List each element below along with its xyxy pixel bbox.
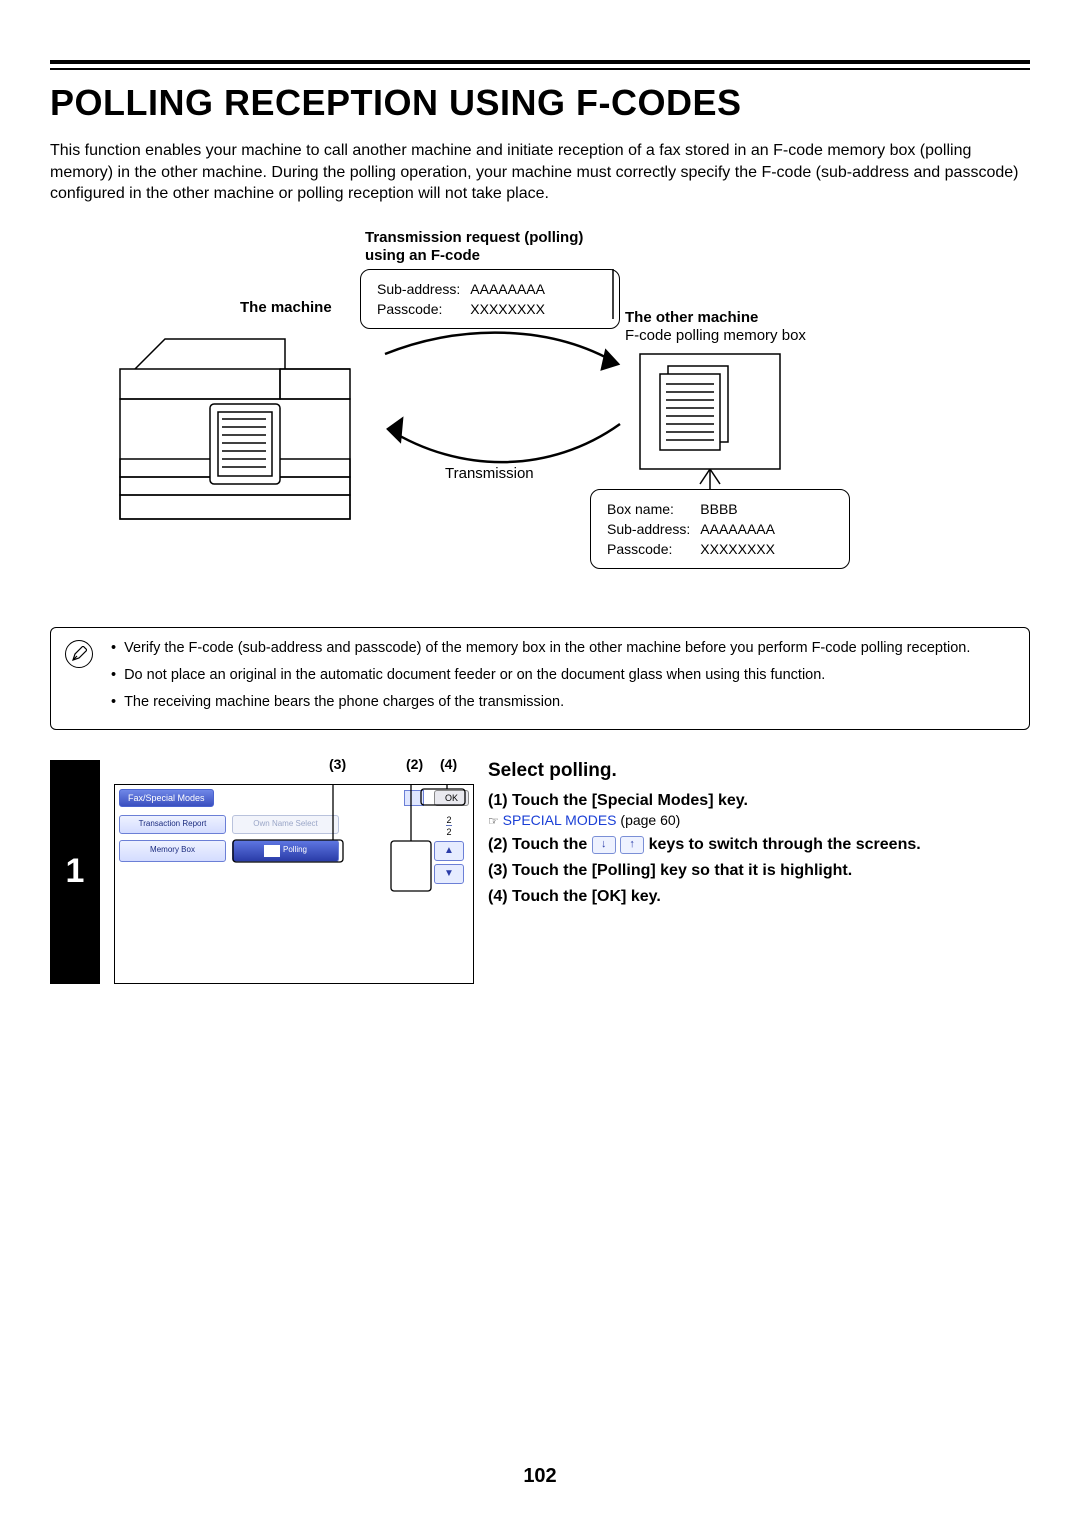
img-preview-icon[interactable] <box>404 790 424 806</box>
transaction-report-button[interactable]: Transaction Report <box>119 815 226 834</box>
tab-special-modes[interactable]: Fax/Special Modes <box>119 789 214 807</box>
dest-passcode-label: Passcode: <box>607 540 698 558</box>
dest-fcode-box: Box name:BBBB Sub-address:AAAAAAAA Passc… <box>590 489 850 569</box>
dest-subaddr-val: AAAAAAAA <box>700 520 783 538</box>
counter-bottom: 2 <box>446 825 451 837</box>
page-title: POLLING RECEPTION USING F-CODES <box>50 82 1030 124</box>
top-rule-thick <box>50 60 1030 64</box>
request-label-1: Transmission request (polling) <box>365 229 583 246</box>
request-fcode-box: Sub-address:AAAAAAAA Passcode:XXXXXXXX <box>360 269 620 329</box>
instruction-1: (1) Touch the [Special Modes] key. ☞ SPE… <box>488 792 1030 828</box>
polling-button-label: Polling <box>283 846 307 855</box>
counter-top: 2 <box>446 815 451 825</box>
note-list: Verify the F-code (sub-address and passc… <box>111 638 970 719</box>
memory-box-button[interactable]: Memory Box <box>119 840 226 862</box>
step-heading: Select polling. <box>488 760 1030 782</box>
instruction-3: (3) Touch the [Polling] key so that it i… <box>488 862 1030 880</box>
note-box: Verify the F-code (sub-address and passc… <box>50 627 1030 730</box>
pointer-icon: ☞ <box>488 814 499 828</box>
connector-line-icon <box>598 269 628 329</box>
printer-icon <box>80 309 380 539</box>
instruction-4: (4) Touch the [OK] key. <box>488 888 1030 906</box>
note-item: Do not place an original in the automati… <box>111 665 970 686</box>
step-1: 1 (3) (2) (4) Fax/Special Modes OK Trans… <box>50 760 1030 984</box>
polling-button[interactable]: Polling <box>232 840 339 862</box>
intro-paragraph: This function enables your machine to ca… <box>50 140 1030 205</box>
req-subaddr-val: AAAAAAAA <box>470 280 553 298</box>
page-number: 102 <box>0 1465 1080 1488</box>
transmission-label: Transmission <box>445 465 534 482</box>
down-key-icon: ↓ <box>592 836 616 854</box>
request-label-2: using an F-code <box>365 247 480 264</box>
scroll-down-button[interactable]: ▼ <box>434 864 464 884</box>
instruction-2: (2) Touch the ↓ ↑ keys to switch through… <box>488 836 1030 854</box>
own-name-select-button[interactable]: Own Name Select <box>232 815 339 834</box>
dest-subaddr-label: Sub-address: <box>607 520 698 538</box>
step-instructions: Select polling. (1) Touch the [Special M… <box>488 760 1030 984</box>
dest-passcode-val: XXXXXXXX <box>700 540 783 558</box>
polling-doc-icon <box>264 845 280 857</box>
touchscreen: Fax/Special Modes OK Transaction Report … <box>114 784 474 984</box>
callout-4: (4) <box>440 756 457 772</box>
note-item: Verify the F-code (sub-address and passc… <box>111 638 970 659</box>
callout-3: (3) <box>329 756 346 772</box>
page-counter: 2 2 <box>431 815 467 837</box>
other-sub-label: F-code polling memory box <box>625 327 806 344</box>
ok-button[interactable]: OK <box>434 790 469 806</box>
note-icon <box>65 638 97 719</box>
dest-box-name-label: Box name: <box>607 500 698 518</box>
req-passcode-label: Passcode: <box>377 300 468 318</box>
special-modes-link[interactable]: SPECIAL MODES <box>503 812 617 828</box>
req-passcode-val: XXXXXXXX <box>470 300 553 318</box>
step-screen: (3) (2) (4) Fax/Special Modes OK Transac… <box>114 760 474 984</box>
step-number: 1 <box>50 760 100 984</box>
callout-2: (2) <box>406 756 423 772</box>
req-subaddr-label: Sub-address: <box>377 280 468 298</box>
pencil-circle-icon <box>65 640 93 668</box>
other-label: The other machine <box>625 309 758 326</box>
top-rule-thin <box>50 68 1030 70</box>
up-key-icon: ↑ <box>620 836 644 854</box>
dest-box-name-val: BBBB <box>700 500 783 518</box>
diagram: Transmission request (polling) using an … <box>50 229 1030 599</box>
note-item: The receiving machine bears the phone ch… <box>111 692 970 713</box>
scroll-up-button[interactable]: ▲ <box>434 841 464 861</box>
callout-labels: (3) (2) (4) <box>114 756 474 784</box>
